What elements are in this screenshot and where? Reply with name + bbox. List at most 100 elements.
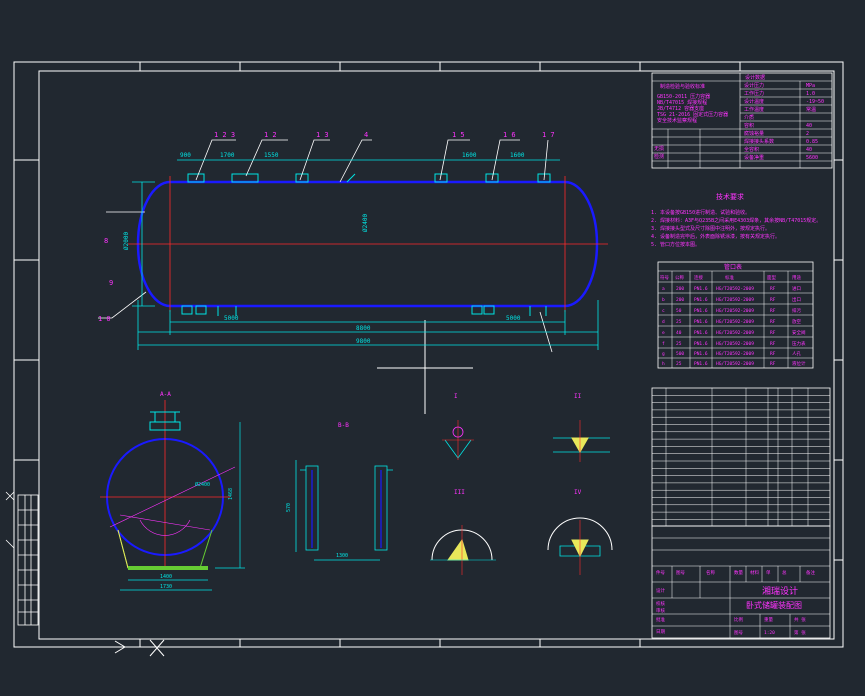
svg-text:设计温度: 设计温度 <box>744 98 764 105</box>
svg-text:9800: 9800 <box>356 338 371 345</box>
svg-text:200: 200 <box>676 286 684 292</box>
svg-text:图号: 图号 <box>676 570 685 576</box>
svg-text:PN1.6: PN1.6 <box>694 361 708 367</box>
ucs-icon <box>60 639 165 657</box>
svg-text:无损: 无损 <box>654 145 664 152</box>
svg-text:比例: 比例 <box>734 616 743 623</box>
svg-text:设计压力: 设计压力 <box>744 82 764 89</box>
svg-text:8800: 8800 <box>356 325 371 332</box>
nozzle-table-heading: 管口表 <box>724 263 742 271</box>
vessel-main-view[interactable]: 1 2 3 1 2 1 3 4 1 5 1 6 1 7 8 9 1 0 8800… <box>98 131 608 353</box>
svg-text:-19~50: -19~50 <box>806 99 824 105</box>
detail-view-iv[interactable]: IV <box>547 489 613 575</box>
svg-text:校核: 校核 <box>656 600 665 607</box>
svg-text:批准: 批准 <box>656 616 665 623</box>
svg-text:RF: RF <box>770 341 776 347</box>
detail-label-2: II <box>574 393 582 400</box>
svg-text:备注: 备注 <box>806 569 815 576</box>
svg-text:PN1.6: PN1.6 <box>694 341 708 347</box>
svg-text:HG/T20592-2009: HG/T20592-2009 <box>716 330 754 336</box>
detail-label-4: IV <box>574 489 582 496</box>
svg-text:标准: 标准 <box>725 274 734 281</box>
svg-text:4: 4 <box>364 131 368 139</box>
svg-text:PN1.6: PN1.6 <box>694 297 708 303</box>
svg-text:出口: 出口 <box>792 296 801 303</box>
svg-text:RF: RF <box>770 361 776 367</box>
binding-strip <box>5 491 39 626</box>
title-block[interactable]: 湘瑞设计 卧式储罐装配图 件号 图号 名称 数量 材料单总备注 设计校核审核 批准日期… <box>651 525 831 639</box>
svg-text:1.0: 1.0 <box>806 91 815 97</box>
svg-text:PN1.6: PN1.6 <box>694 351 708 357</box>
svg-text:5000: 5000 <box>506 315 521 322</box>
dimension-lines <box>132 159 599 350</box>
svg-text:25: 25 <box>676 319 682 325</box>
svg-text:HG/T20592-2009: HG/T20592-2009 <box>716 341 754 347</box>
nozzle-table[interactable]: 管口表 符号 公称 连接 标准 面型 用途 a 200 PN1.6 HG/T20592-2009… <box>657 261 814 369</box>
svg-text:9: 9 <box>109 279 113 287</box>
svg-text:570: 570 <box>286 503 292 512</box>
svg-text:工作压力: 工作压力 <box>744 90 764 97</box>
svg-text:e: e <box>662 331 665 336</box>
svg-text:PN1.6: PN1.6 <box>694 330 708 336</box>
svg-text:1. 本设备按GB150进行制造、试验和验收。: 1. 本设备按GB150进行制造、试验和验收。 <box>651 209 750 216</box>
svg-text:TSG 21-2016 固定式压力容器: TSG 21-2016 固定式压力容器 <box>657 111 728 118</box>
svg-text:公称: 公称 <box>675 274 684 281</box>
svg-text:面型: 面型 <box>767 274 776 281</box>
svg-text:检测: 检测 <box>654 153 664 160</box>
cad-drawing-canvas[interactable]: 1 2 3 1 2 1 3 4 1 5 1 6 1 7 8 9 1 0 8800… <box>0 0 865 696</box>
svg-text:Ø2400: Ø2400 <box>362 214 369 232</box>
svg-text:HG/T20592-2009: HG/T20592-2009 <box>716 361 754 367</box>
svg-text:8: 8 <box>104 237 108 245</box>
svg-text:25: 25 <box>676 361 682 367</box>
svg-text:1700: 1700 <box>220 152 235 159</box>
svg-text:500: 500 <box>676 351 684 357</box>
svg-text:f: f <box>662 341 665 347</box>
svg-text:数量: 数量 <box>734 569 743 576</box>
section-b-b-view[interactable]: B-B 1300 570 <box>286 422 393 561</box>
svg-text:5. 管口方位按本图。: 5. 管口方位按本图。 <box>651 241 700 248</box>
detail-view-iii[interactable]: III <box>430 489 496 575</box>
svg-text:MPa: MPa <box>806 83 815 89</box>
svg-text:d: d <box>662 319 665 325</box>
svg-text:1 2 3: 1 2 3 <box>214 131 235 139</box>
svg-text:4. 设备制造完毕后，外表面除锈涂漆，按有关规定执行。: 4. 设备制造完毕后，外表面除锈涂漆，按有关规定执行。 <box>651 233 780 240</box>
design-data-table[interactable]: 设计数据 制造检验与验收标准 GB150-2011 压力容器 NB/T47015… <box>651 72 833 169</box>
svg-text:放空: 放空 <box>792 318 801 325</box>
svg-text:HG/T20592-2009: HG/T20592-2009 <box>716 297 754 303</box>
svg-text:设备净重: 设备净重 <box>744 154 764 161</box>
svg-text:制造检验与验收标准: 制造检验与验收标准 <box>660 83 705 90</box>
detail-label-3: III <box>454 489 465 496</box>
svg-text:40: 40 <box>806 147 812 153</box>
svg-text:1 0: 1 0 <box>98 315 111 323</box>
svg-text:压力表: 压力表 <box>792 340 806 347</box>
bill-of-materials[interactable] <box>651 387 831 527</box>
svg-text:50: 50 <box>676 308 682 314</box>
section-a-a-view[interactable]: A-A 1400 1730 1468 Ø2400 <box>100 391 245 591</box>
svg-text:RF: RF <box>770 297 776 303</box>
svg-text:2: 2 <box>806 131 809 137</box>
svg-text:0.85: 0.85 <box>806 139 818 145</box>
svg-text:名称: 名称 <box>706 569 715 576</box>
svg-text:g: g <box>662 352 665 357</box>
svg-text:焊接接头系数: 焊接接头系数 <box>744 138 774 145</box>
company-name: 湘瑞设计 <box>762 585 798 597</box>
svg-text:1300: 1300 <box>336 553 348 559</box>
svg-text:符号: 符号 <box>660 274 669 281</box>
svg-text:5600: 5600 <box>806 155 818 161</box>
detail-view-i[interactable]: I <box>442 393 474 460</box>
svg-text:安全技术监察规程: 安全技术监察规程 <box>657 117 697 124</box>
svg-text:件号: 件号 <box>656 569 665 576</box>
svg-text:容积: 容积 <box>744 122 754 129</box>
svg-text:用途: 用途 <box>792 274 801 281</box>
svg-text:图号: 图号 <box>734 630 743 636</box>
section-label-a: A-A <box>160 391 171 398</box>
svg-text:重量: 重量 <box>764 616 773 623</box>
section-label-b: B-B <box>338 422 349 429</box>
detail-view-ii[interactable]: II <box>553 393 610 462</box>
svg-text:液位计: 液位计 <box>792 360 806 367</box>
svg-text:设计: 设计 <box>656 587 665 594</box>
detail-label-1: I <box>454 393 458 400</box>
svg-text:共 张: 共 张 <box>794 616 806 623</box>
svg-text:900: 900 <box>180 152 191 159</box>
svg-text:腐蚀裕量: 腐蚀裕量 <box>744 130 764 137</box>
